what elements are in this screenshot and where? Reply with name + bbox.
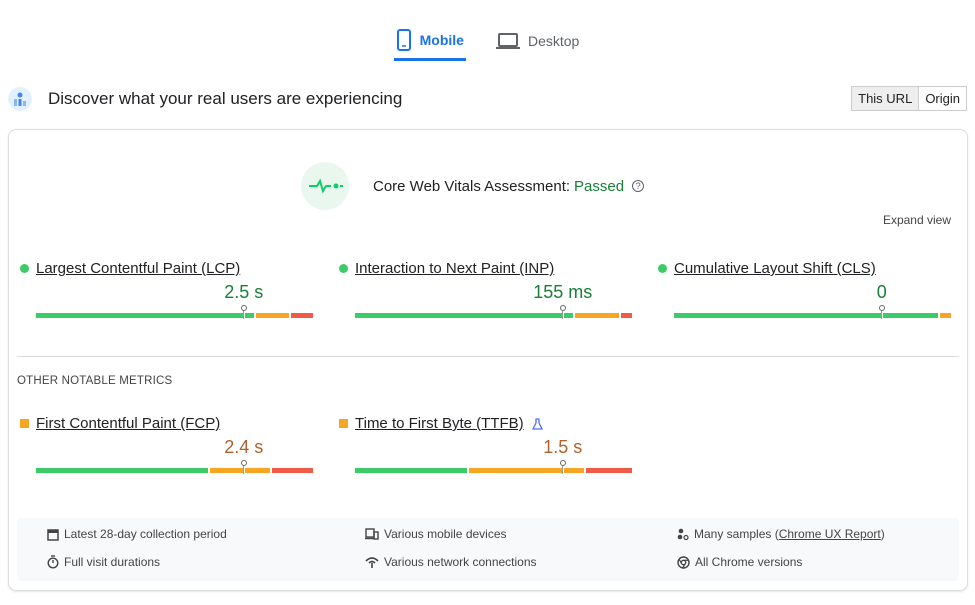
laptop-icon (495, 33, 520, 49)
bar-segment-poor (585, 468, 632, 473)
bar-segment-good (355, 313, 573, 318)
good-dot-icon (339, 264, 348, 273)
distribution-bar (355, 468, 632, 473)
tab-label: Mobile (419, 32, 464, 48)
metric-value: 2.5 s (224, 282, 264, 302)
info-text: ) (880, 527, 885, 541)
device-tabs: Mobile Desktop (0, 22, 975, 61)
metric-lcp: Largest Contentful Paint (LCP) 2.5 s (20, 260, 320, 319)
field-data-card: Core Web Vitals Assessment: Passed ? Exp… (8, 129, 968, 591)
info-text: Full visit durations (64, 555, 161, 569)
bar-segment-needs-improvement (940, 313, 951, 318)
metric-name-link[interactable]: Cumulative Layout Shift (CLS) (674, 260, 876, 277)
percentile-marker (240, 305, 247, 319)
metric-inp: Interaction to Next Paint (INP) 155 ms (339, 260, 639, 319)
tab-label: Desktop (527, 33, 580, 49)
metric-name-link[interactable]: First Contentful Paint (FCP) (36, 415, 220, 432)
network-icon (365, 557, 379, 568)
tab-desktop[interactable]: Desktop (494, 22, 581, 60)
info-versions: All Chrome versions (677, 555, 802, 569)
good-dot-icon (20, 264, 29, 273)
percentile-marker (878, 305, 885, 319)
bar-segment-poor (291, 313, 314, 318)
metric-ttfb: Time to First Byte (TTFB) 1.5 s (339, 415, 639, 474)
crux-header: Discover what your real users are experi… (8, 86, 967, 111)
metric-value: 155 ms (533, 282, 593, 302)
info-durations: Full visit durations (47, 555, 160, 569)
good-dot-icon (658, 264, 667, 273)
info-text: Various mobile devices (384, 527, 507, 541)
expand-view-button[interactable]: Expand view (883, 213, 951, 227)
section-title: Discover what your real users are experi… (48, 88, 403, 108)
metric-name-link[interactable]: Interaction to Next Paint (INP) (355, 260, 554, 277)
assessment-label: Core Web Vitals Assessment: (373, 177, 571, 195)
phone-icon (396, 29, 411, 51)
metric-value: 0 (876, 282, 887, 302)
percentile-marker (240, 460, 247, 474)
devices-icon (365, 528, 379, 540)
metric-cls: Cumulative Layout Shift (CLS) 0 (658, 260, 958, 319)
bar-segment-good (36, 313, 255, 318)
metric-fcp: First Contentful Paint (FCP) 2.4 s (20, 415, 320, 474)
assessment-status: Passed (574, 177, 625, 195)
metric-value: 2.4 s (224, 437, 264, 457)
tab-mobile[interactable]: Mobile (393, 22, 466, 61)
users-chart-icon (8, 86, 32, 111)
info-text: Latest 28-day collection period (64, 527, 227, 541)
distribution-bar (36, 313, 314, 318)
this-url-button[interactable]: This URL (852, 87, 920, 110)
samples-icon (677, 528, 689, 540)
info-samples: Many samples (Chrome UX Report) (677, 527, 885, 541)
divider (17, 356, 959, 357)
origin-button[interactable]: Origin (919, 87, 966, 110)
bar-segment-good (355, 468, 467, 473)
bar-segment-poor (272, 468, 313, 473)
info-devices: Various mobile devices (365, 527, 507, 541)
info-text: Various network connections (384, 555, 537, 569)
data-source-info: Latest 28-day collection period Various … (17, 518, 959, 581)
bar-segment-needs-improvement (256, 313, 290, 318)
needs-improvement-square-icon (339, 419, 348, 428)
distribution-bar (355, 313, 632, 318)
bar-segment-good (674, 313, 938, 318)
chrome-icon (677, 555, 690, 569)
chrome-ux-report-link[interactable]: Chrome UX Report (779, 527, 881, 541)
percentile-marker (559, 305, 566, 319)
percentile-marker (559, 460, 566, 474)
metric-name-link[interactable]: Time to First Byte (TTFB) (355, 415, 524, 432)
bar-segment-poor (620, 313, 632, 318)
other-metrics-heading: OTHER NOTABLE METRICS (17, 375, 173, 387)
metric-value: 1.5 s (543, 437, 583, 457)
bar-segment-needs-improvement (574, 313, 619, 318)
info-period: Latest 28-day collection period (47, 527, 227, 541)
cwv-assessment: Core Web Vitals Assessment: Passed ? (301, 162, 645, 210)
calendar-icon (47, 528, 59, 541)
info-network: Various network connections (365, 555, 537, 569)
scope-toggle: This URL Origin (851, 86, 967, 111)
bar-segment-good (36, 468, 208, 473)
experimental-flask-icon (531, 417, 543, 430)
stopwatch-icon (47, 555, 59, 569)
needs-improvement-square-icon (20, 419, 29, 428)
help-icon[interactable]: ? (632, 180, 645, 192)
metric-name-link[interactable]: Largest Contentful Paint (LCP) (36, 260, 240, 277)
distribution-bar (36, 468, 313, 473)
distribution-bar (674, 313, 951, 318)
info-text: Many samples ( (694, 527, 779, 541)
info-text: All Chrome versions (695, 555, 803, 569)
bar-segment-needs-improvement (468, 468, 584, 473)
pulse-icon (301, 162, 349, 210)
